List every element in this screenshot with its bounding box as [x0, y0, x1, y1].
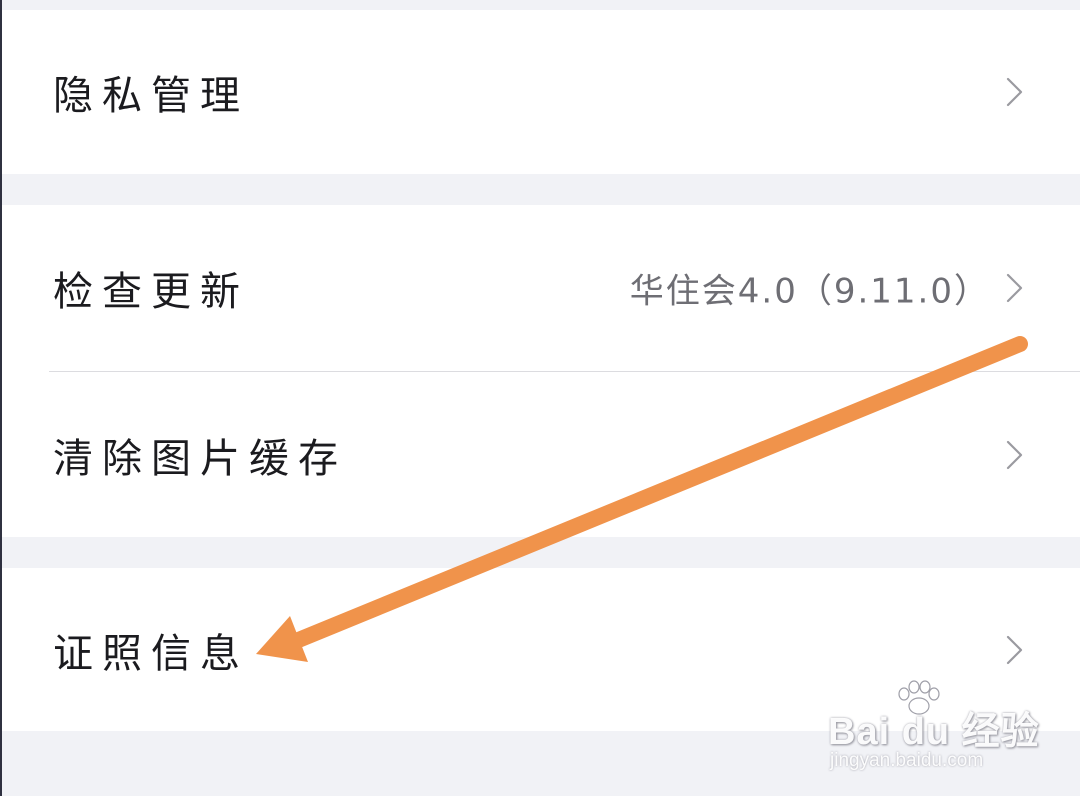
watermark-url-text: jingyan.baidu.com — [830, 750, 984, 771]
chevron-right-icon — [1000, 76, 1028, 108]
settings-group-privacy: 隐私管理 — [2, 10, 1080, 174]
privacy-settings-label: 隐私管理 — [53, 73, 249, 119]
license-info-label: 证照信息 — [53, 630, 249, 677]
watermark-brand-text: Bai du 经验 — [828, 711, 1040, 753]
chevron-right-icon — [1000, 634, 1028, 666]
clear-image-cache-row[interactable]: 清除图片缓存 — [2, 372, 1080, 537]
settings-group-app: 检查更新 华住会4.0（9.11.0） 清除图片缓存 — [2, 205, 1080, 537]
chevron-right-icon — [1000, 272, 1028, 304]
clear-image-cache-label: 清除图片缓存 — [53, 435, 347, 482]
baidu-jingyan-watermark: Bai du 经验 jingyan.baidu.com — [828, 678, 1039, 774]
app-version-value: 华住会4.0（9.11.0） — [629, 271, 990, 312]
chevron-right-icon — [1000, 439, 1028, 471]
check-update-row[interactable]: 检查更新 华住会4.0（9.11.0） — [2, 205, 1080, 371]
privacy-settings-row[interactable]: 隐私管理 — [2, 10, 1080, 174]
check-update-label: 检查更新 — [53, 269, 249, 315]
window-left-edge — [0, 0, 2, 796]
